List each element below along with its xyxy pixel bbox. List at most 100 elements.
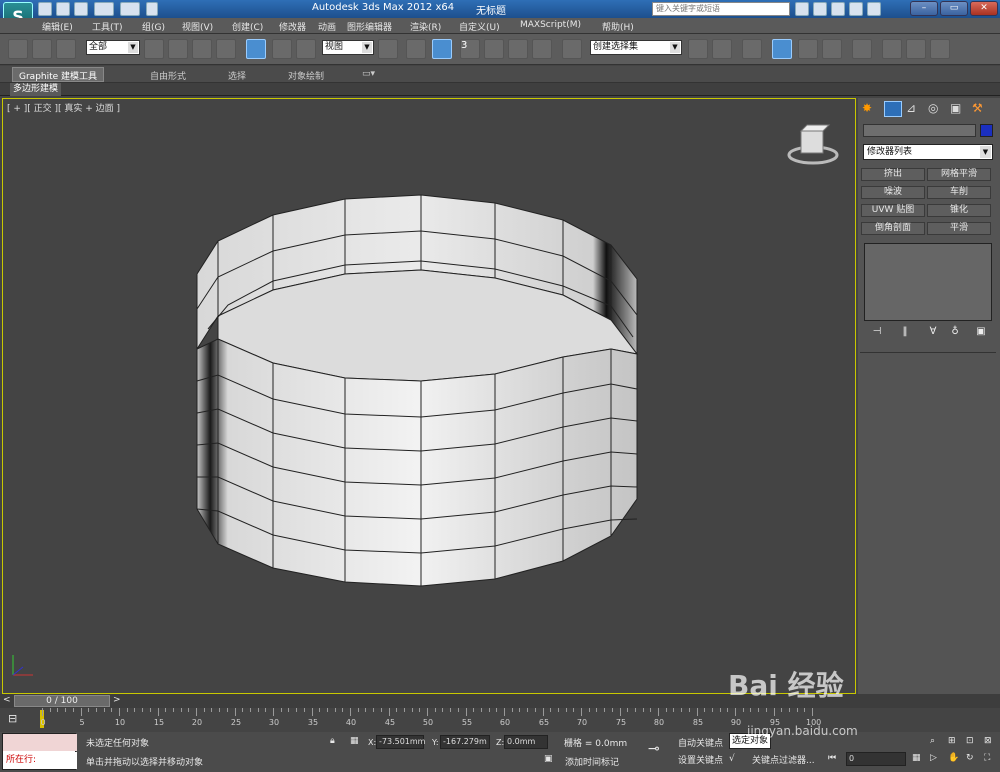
mirror-icon[interactable] — [688, 39, 708, 59]
absolute-mode-icon[interactable]: ▦ — [350, 736, 359, 746]
add-time-tag-button[interactable]: 添加时间标记 — [565, 755, 619, 768]
time-slider[interactable]: 0 / 100 — [14, 695, 110, 707]
object-name-field[interactable] — [863, 124, 976, 137]
modifier-extrude-button[interactable]: 挤出 — [861, 168, 925, 181]
unlink-icon[interactable] — [32, 39, 52, 59]
maxscript-listener[interactable]: 所在行: — [2, 733, 77, 770]
help-icon[interactable] — [867, 2, 881, 16]
go-to-start-icon[interactable]: ⏮ — [828, 753, 836, 763]
key-filter-curve-icon[interactable]: √ — [729, 754, 735, 764]
modifier-list-dropdown[interactable]: 修改器列表 ▼ — [863, 144, 993, 160]
percent-snap-icon[interactable] — [508, 39, 528, 59]
spinner-snap-icon[interactable] — [532, 39, 552, 59]
open-file-icon[interactable] — [56, 2, 70, 16]
make-unique-icon[interactable]: ∀ — [926, 326, 940, 340]
y-coordinate-field[interactable]: -167.279m — [440, 735, 490, 749]
menu-tools[interactable]: 工具(T) — [92, 20, 123, 33]
chevron-right-icon[interactable]: > — [113, 695, 121, 705]
pin-stack-icon[interactable]: ⊣ — [870, 326, 884, 340]
reference-coord-dropdown[interactable]: 视图 ▼ — [322, 40, 374, 55]
hierarchy-tab-icon[interactable]: ⊿ — [906, 101, 924, 117]
chevron-left-icon[interactable]: < — [3, 695, 11, 705]
window-crossing-icon[interactable] — [216, 39, 236, 59]
undo-icon[interactable] — [94, 2, 114, 16]
zoom-all-icon[interactable]: ⊞ — [948, 736, 956, 746]
menu-animation[interactable]: 动画 — [318, 20, 336, 33]
named-selection-dropdown[interactable]: 创建选择集 ▼ — [590, 40, 682, 55]
minimize-button[interactable]: – — [910, 1, 938, 16]
x-coordinate-field[interactable]: -73.501mm — [376, 735, 425, 749]
binoculars-icon[interactable] — [795, 2, 809, 16]
redo-icon[interactable] — [120, 2, 140, 16]
communication-icon[interactable] — [831, 2, 845, 16]
render-production-icon[interactable] — [930, 39, 950, 59]
modifier-taper-button[interactable]: 锥化 — [927, 204, 991, 217]
menu-views[interactable]: 视图(V) — [182, 20, 213, 33]
modifier-smooth-button[interactable]: 平滑 — [927, 222, 991, 235]
modifier-bevel-profile-button[interactable]: 倒角剖面 — [861, 222, 925, 235]
tab-graphite-modeling[interactable]: Graphite 建模工具 — [12, 67, 105, 82]
time-configuration-icon[interactable]: ▦ — [912, 753, 921, 763]
menu-group[interactable]: 组(G) — [142, 20, 165, 33]
modifier-stack[interactable] — [864, 243, 992, 321]
mini-curve-editor-icon[interactable]: ⊟ — [8, 712, 17, 725]
menu-maxscript[interactable]: MAXScript(M) — [520, 20, 581, 30]
display-tab-icon[interactable]: ▣ — [950, 101, 968, 117]
modifier-noise-button[interactable]: 噪波 — [861, 186, 925, 199]
select-and-rotate-icon[interactable] — [272, 39, 292, 59]
select-and-scale-icon[interactable] — [296, 39, 316, 59]
bind-space-warp-icon[interactable] — [56, 39, 76, 59]
menu-help[interactable]: 帮助(H) — [602, 20, 634, 33]
modify-tab-icon[interactable] — [884, 101, 902, 117]
select-by-name-icon[interactable] — [168, 39, 188, 59]
key-filters-button[interactable]: 关键点过滤器... — [752, 753, 815, 766]
render-setup-icon[interactable] — [882, 39, 902, 59]
tab-object-paint[interactable]: 对象绘制 — [288, 69, 324, 82]
motion-tab-icon[interactable]: ◎ — [928, 101, 946, 117]
current-frame-field[interactable]: 0 — [846, 752, 906, 766]
zoom-extents-all-icon[interactable]: ⊠ — [984, 736, 992, 746]
auto-key-button[interactable]: 自动关键点 — [678, 736, 723, 749]
selection-filter-dropdown[interactable]: 全部 ▼ — [86, 40, 140, 55]
menu-graph-editors[interactable]: 图形编辑器 — [347, 20, 392, 33]
modifier-meshsmooth-button[interactable]: 网格平滑 — [927, 168, 991, 181]
menu-edit[interactable]: 编辑(E) — [42, 20, 73, 33]
configure-modifier-sets-icon[interactable]: ▣ — [974, 326, 988, 340]
tab-selection[interactable]: 选择 — [228, 69, 246, 82]
link-icon[interactable] — [8, 39, 28, 59]
zoom-icon[interactable]: ⌕ — [930, 736, 935, 746]
tab-polygon-modeling[interactable]: 多边形建模 — [10, 83, 62, 96]
show-end-result-icon[interactable]: ‖ — [898, 326, 912, 340]
menu-rendering[interactable]: 渲染(R) — [410, 20, 441, 33]
pan-view-icon[interactable]: ✋ — [948, 753, 959, 763]
rectangular-selection-icon[interactable] — [192, 39, 212, 59]
angle-snap-icon[interactable] — [484, 39, 504, 59]
perspective-viewport[interactable]: [ + ][ 正交 ][ 真实 + 边面 ] — [2, 98, 856, 694]
zoom-extents-icon[interactable]: ⊡ — [966, 736, 974, 746]
quick-access-dropdown-icon[interactable] — [146, 2, 158, 16]
ribbon-options-icon[interactable]: ▭▾ — [362, 69, 375, 79]
align-icon[interactable] — [712, 39, 732, 59]
cylinder-mesh[interactable] — [3, 99, 855, 693]
maximize-button[interactable]: ▭ — [940, 1, 968, 16]
select-object-icon[interactable] — [144, 39, 164, 59]
object-color-swatch[interactable] — [980, 124, 993, 137]
modifier-lathe-button[interactable]: 车削 — [927, 186, 991, 199]
keyboard-shortcut-override-icon[interactable] — [432, 39, 452, 59]
select-and-move-icon[interactable] — [246, 39, 266, 59]
pivot-center-icon[interactable] — [378, 39, 398, 59]
menu-modifiers[interactable]: 修改器 — [279, 20, 306, 33]
remove-modifier-icon[interactable]: ♁ — [948, 326, 962, 340]
modifier-uvw-map-button[interactable]: UVW 贴图 — [861, 204, 925, 217]
close-button[interactable]: ✕ — [970, 1, 998, 16]
key-icon[interactable]: ⊸ — [648, 741, 660, 757]
schematic-view-icon[interactable] — [822, 39, 842, 59]
help-search-input[interactable]: 键入关键字或短语 — [652, 2, 790, 16]
edit-named-selection-icon[interactable] — [562, 39, 582, 59]
tab-freeform[interactable]: 自由形式 — [150, 69, 186, 82]
utilities-tab-icon[interactable]: ⚒ — [972, 101, 990, 117]
layer-manager-icon[interactable] — [742, 39, 762, 59]
save-file-icon[interactable] — [74, 2, 88, 16]
field-of-view-icon[interactable]: ▷ — [930, 753, 937, 763]
z-coordinate-field[interactable]: 0.0mm — [504, 735, 548, 749]
